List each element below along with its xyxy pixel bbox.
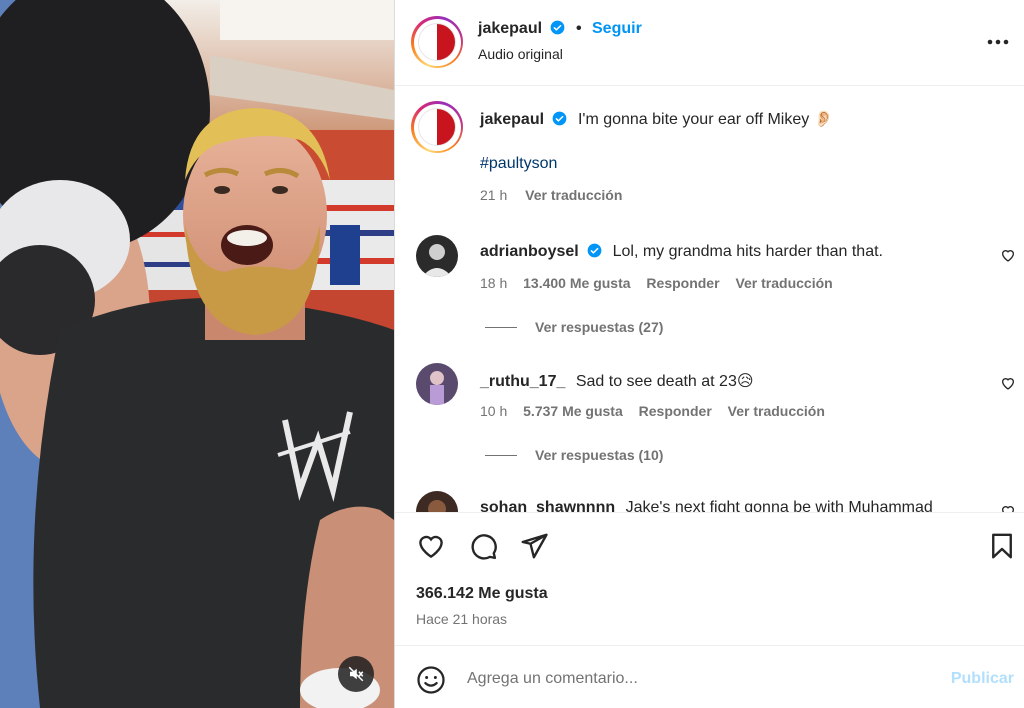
post-caption: jakepaul I'm gonna bite your ear off Mik…	[395, 87, 1024, 217]
replies-divider	[485, 455, 517, 456]
comment-username[interactable]: _ruthu_17_	[480, 373, 565, 390]
comment-body: Sad to see death at 23😥	[575, 373, 754, 390]
share-icon[interactable]	[519, 531, 549, 561]
view-replies-label: Ver respuestas (27)	[535, 319, 664, 335]
caption-body: I'm gonna bite your ear off Mikey 👂🏻	[577, 111, 834, 128]
caption-text-line: jakepaul I'm gonna bite your ear off Mik…	[480, 109, 834, 129]
comment-item: sohan_shawnnnn Jake's next fight gonna b…	[395, 491, 1024, 512]
post-header: jakepaul • Seguir Audio original	[395, 0, 1024, 86]
comment-body: Jake's next fight gonna be with Muhammad	[625, 499, 933, 512]
reply-button[interactable]: Responder	[646, 275, 719, 291]
caption-username[interactable]: jakepaul	[480, 111, 544, 128]
heart-icon[interactable]	[1000, 247, 1016, 263]
comment-item: _ruthu_17_ Sad to see death at 23😥 10 h …	[395, 363, 1024, 473]
heart-icon[interactable]	[1000, 375, 1016, 391]
view-replies-label: Ver respuestas (10)	[535, 447, 664, 463]
verified-badge-icon	[587, 243, 602, 258]
author-avatar[interactable]	[411, 16, 463, 68]
comment-username[interactable]: sohan_shawnnnn	[480, 499, 615, 512]
comment-likes[interactable]: 5.737 Me gusta	[523, 403, 623, 419]
comment-time: 10 h	[480, 403, 508, 419]
publish-button[interactable]: Publicar	[951, 670, 1014, 688]
translate-link[interactable]: Ver traducción	[735, 275, 832, 291]
more-options-icon	[987, 39, 1009, 45]
comment-body: Lol, my grandma hits harder than that.	[612, 243, 883, 260]
comment-icon[interactable]	[468, 531, 498, 561]
post-time: Hace 21 horas	[416, 611, 508, 627]
comment-username[interactable]: adrianboysel	[480, 243, 579, 260]
post-actions: 366.142 Me gusta Hace 21 horas	[395, 512, 1024, 645]
comment-text-line: adrianboysel Lol, my grandma hits harder…	[480, 243, 883, 261]
caption-translate-link[interactable]: Ver traducción	[525, 187, 622, 203]
reply-button[interactable]: Responder	[639, 403, 712, 419]
translate-link[interactable]: Ver traducción	[728, 403, 825, 419]
bookmark-icon[interactable]	[987, 531, 1017, 561]
caption-meta: 21 h Ver traducción	[480, 187, 622, 203]
author-line: jakepaul • Seguir	[478, 20, 642, 38]
emoji-icon[interactable]	[416, 665, 446, 695]
comment-text-line: sohan_shawnnnn Jake's next fight gonna b…	[480, 499, 933, 512]
like-count[interactable]: 366.142 Me gusta	[416, 585, 548, 603]
verified-badge-icon	[551, 20, 565, 35]
author-username[interactable]: jakepaul	[478, 20, 542, 37]
comment-text-line: _ruthu_17_ Sad to see death at 23😥	[480, 371, 754, 391]
separator-dot: •	[575, 20, 582, 37]
replies-divider	[485, 327, 517, 328]
mute-toggle-button[interactable]	[338, 656, 374, 692]
commenter-avatar[interactable]	[416, 363, 458, 405]
comments-list[interactable]: jakepaul I'm gonna bite your ear off Mik…	[395, 87, 1024, 512]
comment-likes[interactable]: 13.400 Me gusta	[523, 275, 630, 291]
heart-icon[interactable]	[1000, 503, 1016, 512]
video-frame	[0, 0, 394, 708]
caption-time: 21 h	[480, 187, 508, 203]
comment-time: 18 h	[480, 275, 508, 291]
view-replies-button[interactable]: Ver respuestas (10)	[485, 447, 663, 463]
comment-meta: 10 h 5.737 Me gusta Responder Ver traduc…	[480, 403, 837, 419]
caption-hashtag[interactable]: #paultyson	[480, 155, 557, 173]
muted-audio-icon	[348, 666, 364, 682]
commenter-avatar[interactable]	[416, 235, 458, 277]
heart-icon[interactable]	[416, 531, 446, 561]
comment-composer: Publicar	[395, 645, 1024, 708]
view-replies-button[interactable]: Ver respuestas (27)	[485, 319, 663, 335]
comment-meta: 18 h 13.400 Me gusta Responder Ver tradu…	[480, 275, 845, 291]
comment-input[interactable]	[467, 663, 927, 695]
caption-author-avatar[interactable]	[411, 101, 463, 153]
more-options-button[interactable]	[986, 30, 1010, 54]
follow-button[interactable]: Seguir	[592, 20, 642, 37]
audio-label[interactable]: Audio original	[478, 46, 563, 62]
verified-badge-icon	[553, 111, 567, 126]
post-details-panel: jakepaul • Seguir Audio original jakepau…	[395, 0, 1024, 708]
post-video[interactable]	[0, 0, 394, 708]
comment-item: adrianboysel Lol, my grandma hits harder…	[395, 235, 1024, 345]
commenter-avatar[interactable]	[416, 491, 458, 512]
